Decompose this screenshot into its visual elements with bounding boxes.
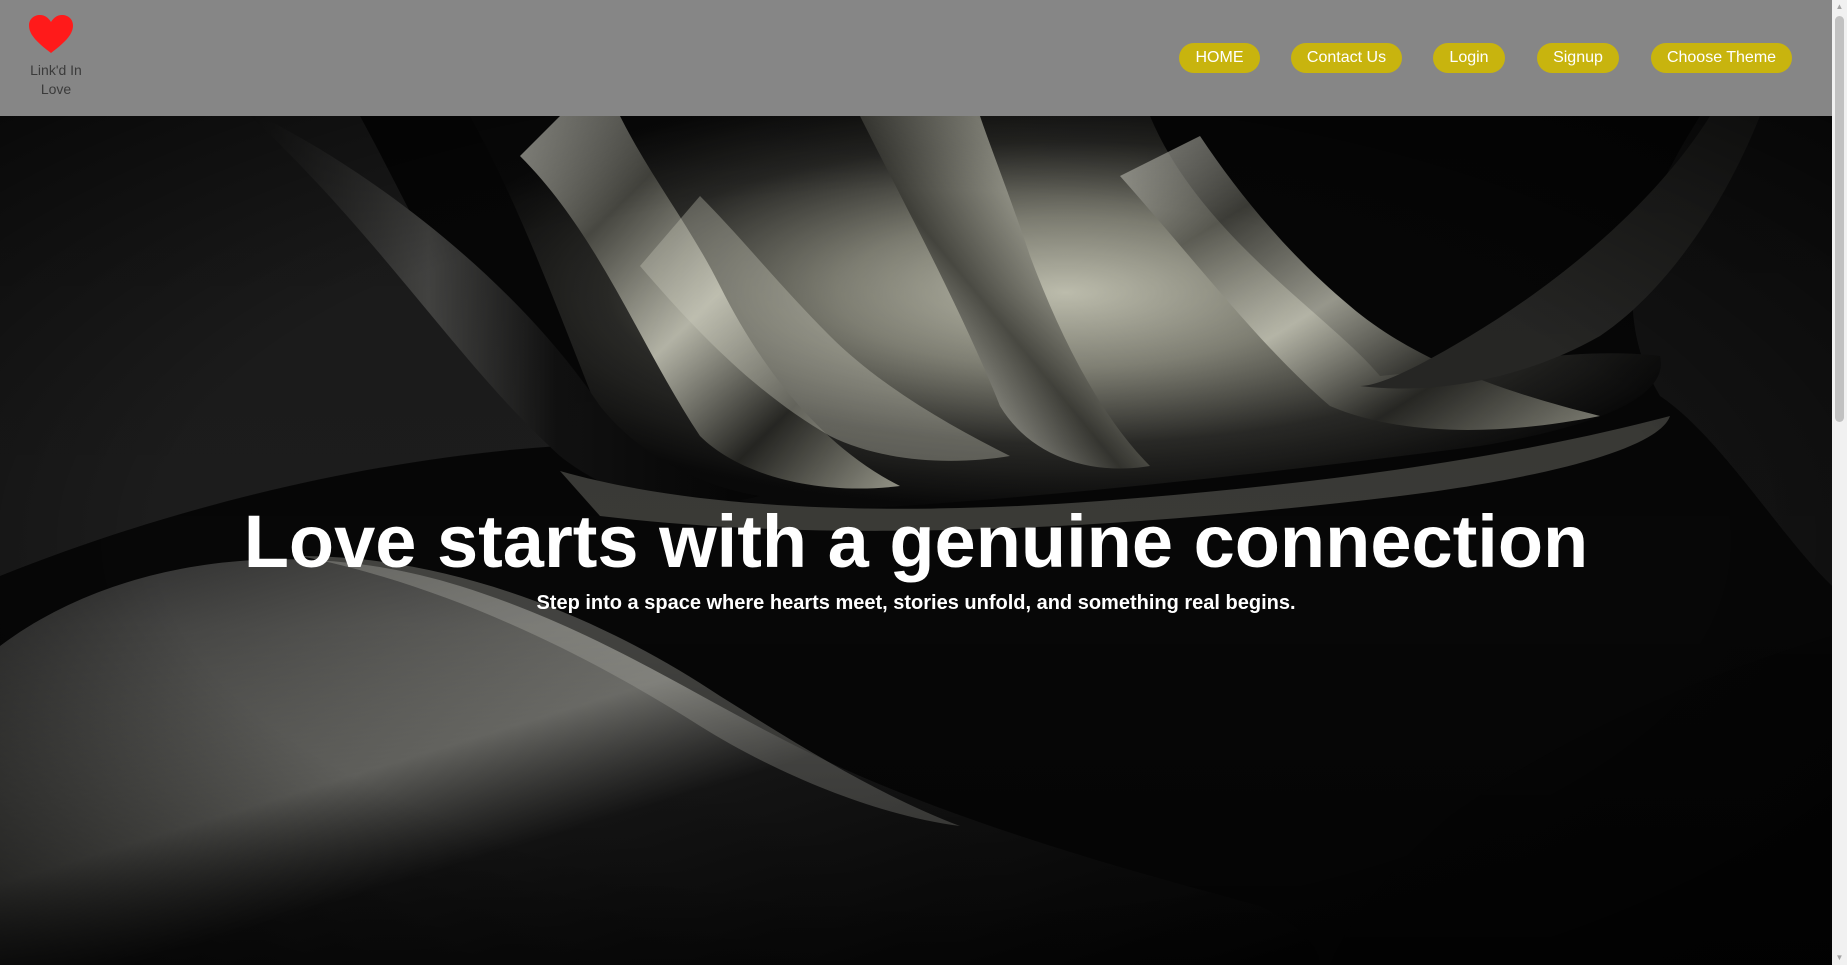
nav-login-button[interactable]: Login: [1433, 43, 1505, 73]
site-header: Link'd In Love HOME Contact Us Login Sig…: [0, 0, 1832, 116]
nav-contact-us-button[interactable]: Contact Us: [1291, 43, 1402, 73]
hero-subtitle: Step into a space where hearts meet, sto…: [536, 592, 1296, 614]
scrollbar-thumb[interactable]: [1835, 16, 1844, 422]
main-area: Link'd In Love HOME Contact Us Login Sig…: [0, 0, 1832, 965]
page: Link'd In Love HOME Contact Us Login Sig…: [0, 0, 1847, 965]
nav-home-button[interactable]: HOME: [1179, 43, 1260, 73]
vertical-scrollbar[interactable]: ▲ ▼: [1832, 0, 1847, 965]
hero-title: Love starts with a genuine connection: [243, 500, 1589, 583]
chevron-up-icon[interactable]: ▲: [1832, 0, 1847, 14]
nav-signup-button[interactable]: Signup: [1537, 43, 1619, 73]
chevron-down-icon[interactable]: ▼: [1832, 951, 1847, 965]
hero-section: Love starts with a genuine connection St…: [0, 116, 1832, 965]
nav-choose-theme-button[interactable]: Choose Theme: [1651, 43, 1792, 73]
main-nav: HOME Contact Us Login Signup Choose Them…: [0, 43, 1832, 73]
